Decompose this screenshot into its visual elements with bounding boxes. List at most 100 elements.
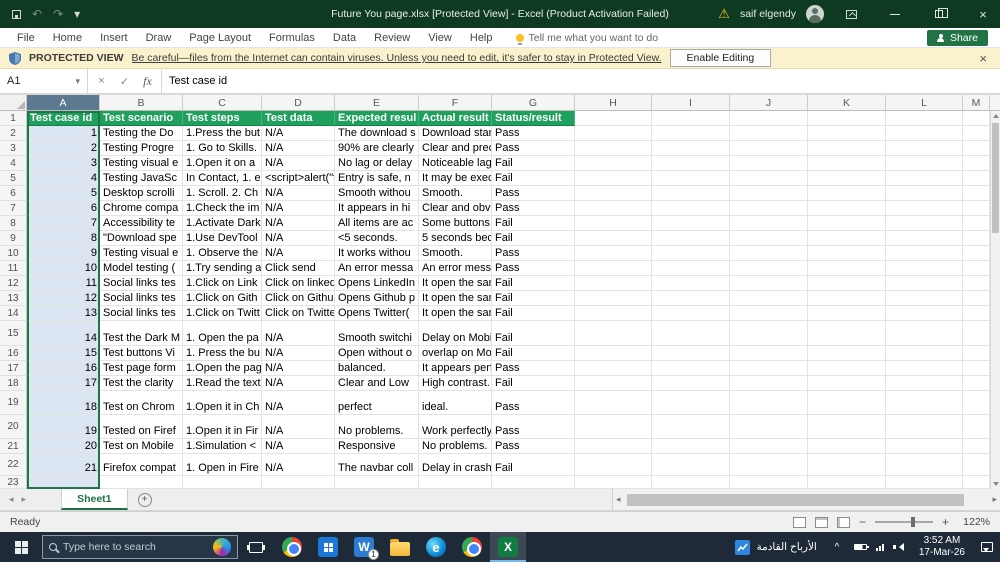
vertical-scroll-thumb[interactable] — [992, 123, 999, 233]
normal-view-icon[interactable] — [792, 516, 806, 528]
cell[interactable] — [963, 415, 990, 439]
select-all-button[interactable] — [0, 95, 27, 110]
column-header-E[interactable]: E — [335, 95, 419, 110]
volume-icon[interactable] — [892, 542, 904, 552]
cell[interactable] — [730, 291, 808, 306]
cell[interactable] — [730, 111, 808, 126]
cell[interactable]: Testing the Do — [100, 126, 183, 141]
cell[interactable] — [575, 261, 652, 276]
cell[interactable]: Pass — [492, 439, 575, 454]
cell[interactable]: All items are ac — [335, 216, 419, 231]
cell[interactable] — [730, 306, 808, 321]
cell[interactable] — [808, 126, 886, 141]
cell[interactable]: 1. Open the pa — [183, 321, 262, 346]
cell[interactable]: 9 — [27, 246, 100, 261]
cell[interactable]: 10 — [27, 261, 100, 276]
cell[interactable]: Pass — [492, 361, 575, 376]
tab-formulas[interactable]: Formulas — [260, 32, 324, 44]
name-box-dropdown-icon[interactable]: ▾ — [75, 76, 80, 87]
cell[interactable]: Pass — [492, 246, 575, 261]
cell[interactable]: It open the sam — [419, 276, 492, 291]
ribbon-display-options-button[interactable] — [834, 0, 868, 28]
cell[interactable] — [808, 306, 886, 321]
column-header-A[interactable]: A — [27, 95, 100, 110]
column-header-L[interactable]: L — [886, 95, 963, 110]
cell[interactable] — [575, 111, 652, 126]
cell[interactable]: Smooth. — [419, 186, 492, 201]
avatar[interactable] — [806, 5, 824, 23]
cell[interactable] — [652, 376, 730, 391]
tab-page-layout[interactable]: Page Layout — [180, 32, 260, 44]
cell[interactable] — [730, 476, 808, 489]
cell[interactable] — [886, 476, 963, 489]
cell[interactable] — [808, 454, 886, 476]
cell[interactable] — [963, 346, 990, 361]
cell[interactable]: Clear and obvi — [419, 201, 492, 216]
message-bar-close-icon[interactable]: × — [975, 51, 991, 66]
column-header-G[interactable]: G — [492, 95, 575, 110]
taskbar-edge-button[interactable]: e — [418, 532, 454, 562]
cell[interactable]: <script>alert("te — [262, 171, 335, 186]
sheet-tab-sheet1[interactable]: Sheet1 — [61, 489, 128, 510]
tell-me-box[interactable]: Tell me what you want to do — [515, 32, 658, 45]
cell[interactable] — [575, 306, 652, 321]
cell[interactable] — [652, 391, 730, 415]
cell[interactable] — [730, 376, 808, 391]
cell[interactable]: perfect — [335, 391, 419, 415]
cell[interactable] — [183, 476, 262, 489]
cell[interactable] — [730, 186, 808, 201]
cell[interactable] — [575, 476, 652, 489]
cell[interactable]: ideal. — [419, 391, 492, 415]
cell[interactable] — [886, 415, 963, 439]
cell[interactable] — [652, 454, 730, 476]
row-header-3[interactable]: 3 — [0, 141, 27, 156]
cell[interactable]: 17 — [27, 376, 100, 391]
confirm-entry-icon[interactable]: ✓ — [113, 75, 136, 88]
cell[interactable] — [652, 216, 730, 231]
cell[interactable] — [808, 346, 886, 361]
cell[interactable] — [652, 201, 730, 216]
taskbar-browser-button[interactable] — [454, 532, 490, 562]
cell[interactable] — [652, 306, 730, 321]
cell[interactable] — [730, 156, 808, 171]
cell[interactable]: 1.Read the text — [183, 376, 262, 391]
cell[interactable] — [963, 246, 990, 261]
cell[interactable]: N/A — [262, 156, 335, 171]
cell[interactable]: overlap on Mob — [419, 346, 492, 361]
cell[interactable]: 1.Open the pag — [183, 361, 262, 376]
cell[interactable]: Accessibility te — [100, 216, 183, 231]
cell[interactable] — [575, 391, 652, 415]
cell[interactable]: Tested on Firef — [100, 415, 183, 439]
cell[interactable]: 1. Open in Fire — [183, 454, 262, 476]
cell[interactable] — [575, 231, 652, 246]
cell[interactable]: It appears perf — [419, 361, 492, 376]
cell[interactable]: N/A — [262, 454, 335, 476]
cell[interactable]: N/A — [262, 201, 335, 216]
cell[interactable] — [886, 439, 963, 454]
cell[interactable] — [808, 391, 886, 415]
cell[interactable] — [575, 216, 652, 231]
cell[interactable] — [575, 361, 652, 376]
cell[interactable] — [730, 261, 808, 276]
row-header-16[interactable]: 16 — [0, 346, 27, 361]
cell[interactable]: Fail — [492, 376, 575, 391]
network-icon[interactable] — [875, 543, 884, 551]
cell[interactable] — [652, 361, 730, 376]
row-header-19[interactable]: 19 — [0, 391, 27, 415]
cell[interactable] — [652, 291, 730, 306]
cell[interactable] — [575, 246, 652, 261]
cell[interactable] — [886, 291, 963, 306]
cell[interactable] — [575, 439, 652, 454]
tab-data[interactable]: Data — [324, 32, 365, 44]
cell[interactable] — [963, 111, 990, 126]
activation-warning-icon[interactable]: ⚠ — [718, 6, 730, 22]
taskbar-word-button[interactable]: W1 — [346, 532, 382, 562]
search-highlights-icon[interactable] — [213, 538, 231, 556]
cell[interactable] — [886, 321, 963, 346]
scroll-down-icon[interactable] — [993, 482, 999, 486]
cell[interactable]: 19 — [27, 415, 100, 439]
cell[interactable]: N/A — [262, 321, 335, 346]
cell[interactable] — [730, 201, 808, 216]
cell[interactable] — [963, 476, 990, 489]
cell[interactable]: Test buttons Vi — [100, 346, 183, 361]
